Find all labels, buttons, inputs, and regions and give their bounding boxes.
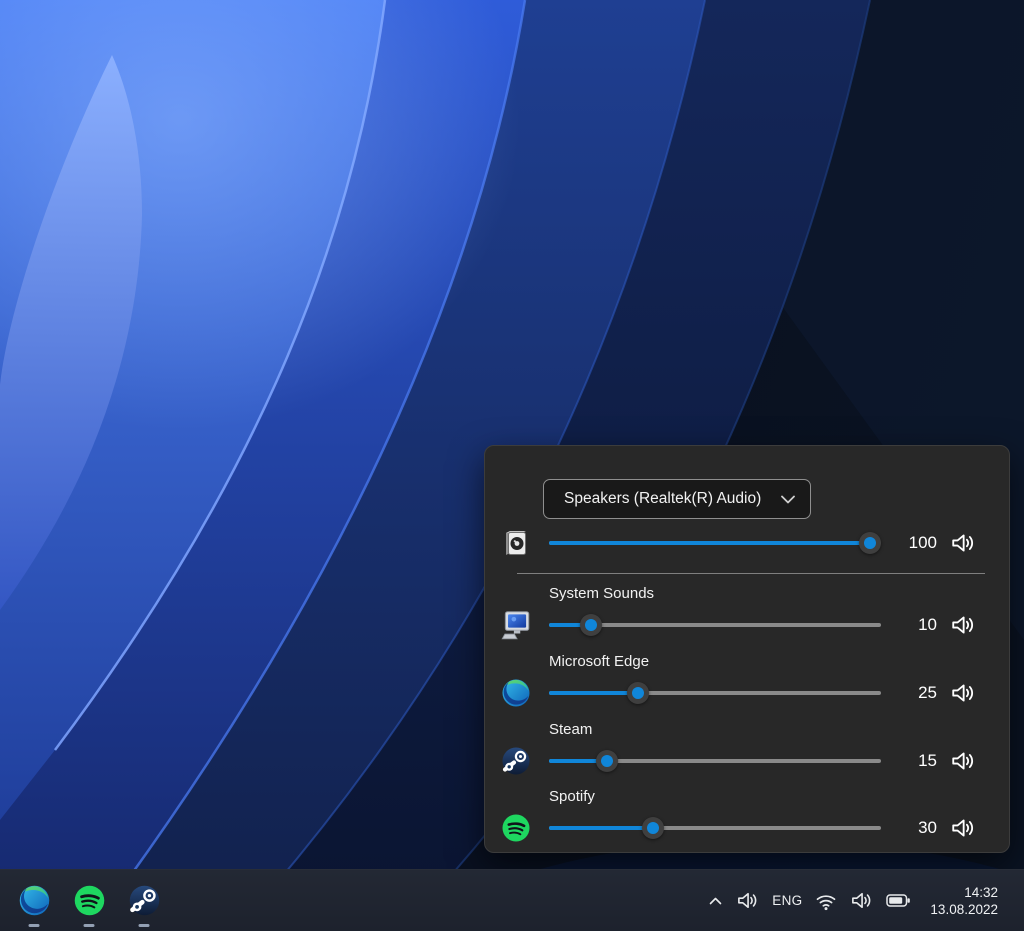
steam-icon (127, 883, 162, 918)
slider-fill (549, 826, 653, 830)
app-volume-slider[interactable] (549, 681, 881, 705)
clock-date: 13.08.2022 (930, 901, 998, 918)
volume-icon[interactable] (736, 889, 759, 912)
audio-device-dropdown[interactable]: Speakers (Realtek(R) Audio) (543, 479, 811, 519)
volume-mixer-flyout: Speakers (Realtek(R) Audio) 100 (484, 445, 1010, 853)
app-name: Spotify (549, 787, 595, 807)
slider-fill (549, 541, 870, 545)
app-mute-button[interactable] (949, 814, 977, 842)
taskbar-item-edge[interactable] (15, 870, 53, 931)
app-name: Microsoft Edge (549, 652, 649, 672)
volume-icon (950, 748, 976, 774)
volume-icon (950, 680, 976, 706)
app-volume-value: 10 (891, 615, 937, 635)
taskbar-item-spotify[interactable] (70, 870, 108, 931)
app-name: Steam (549, 720, 592, 740)
audio-device-label: Speakers (Realtek(R) Audio) (564, 490, 761, 508)
app-volume-slider[interactable] (549, 613, 881, 637)
volume-icon[interactable] (850, 889, 873, 912)
chevron-down-icon (781, 495, 795, 504)
app-volume-slider[interactable] (549, 749, 881, 773)
volume-icon (950, 530, 976, 556)
spotify-icon (499, 811, 533, 845)
battery-icon[interactable] (886, 893, 911, 908)
app-volume-row: 30 (485, 810, 1009, 846)
app-volume-row: 25 (485, 675, 1009, 711)
taskbar-pinned-apps (15, 870, 180, 931)
app-volume-value: 15 (891, 751, 937, 771)
slider-thumb[interactable] (580, 614, 602, 636)
app-mute-button[interactable] (949, 679, 977, 707)
wifi-icon[interactable] (815, 891, 837, 911)
taskbar: ENG 14:32 13.08.2022 (0, 869, 1024, 931)
running-indicator (84, 924, 95, 927)
slider-thumb[interactable] (627, 682, 649, 704)
running-indicator (139, 924, 150, 927)
volume-icon (950, 815, 976, 841)
speaker-device-icon (499, 526, 533, 560)
master-volume-slider[interactable] (549, 531, 881, 555)
language-indicator[interactable]: ENG (772, 893, 802, 908)
master-volume-row: 100 (485, 525, 1009, 561)
system-sounds-icon (499, 608, 533, 642)
master-volume-value: 100 (891, 533, 937, 553)
system-tray: ENG 14:32 13.08.2022 (708, 870, 1024, 931)
app-volume-value: 30 (891, 818, 937, 838)
volume-icon (950, 612, 976, 638)
edge-icon (499, 676, 533, 710)
taskbar-clock[interactable]: 14:32 13.08.2022 (930, 884, 998, 918)
taskbar-item-steam[interactable] (125, 870, 163, 931)
slider-thumb[interactable] (596, 750, 618, 772)
master-mute-button[interactable] (949, 529, 977, 557)
app-volume-row: 10 (485, 607, 1009, 643)
app-name: System Sounds (549, 584, 654, 604)
chevron-up-icon[interactable] (708, 896, 723, 906)
mixer-divider (517, 573, 985, 574)
app-volume-value: 25 (891, 683, 937, 703)
slider-thumb[interactable] (642, 817, 664, 839)
slider-fill (549, 691, 638, 695)
slider-thumb[interactable] (859, 532, 881, 554)
steam-icon (499, 744, 533, 778)
app-mute-button[interactable] (949, 611, 977, 639)
clock-time: 14:32 (930, 884, 998, 901)
spotify-icon (72, 883, 107, 918)
edge-icon (17, 883, 52, 918)
app-mute-button[interactable] (949, 747, 977, 775)
app-volume-row: 15 (485, 743, 1009, 779)
running-indicator (29, 924, 40, 927)
app-volume-slider[interactable] (549, 816, 881, 840)
